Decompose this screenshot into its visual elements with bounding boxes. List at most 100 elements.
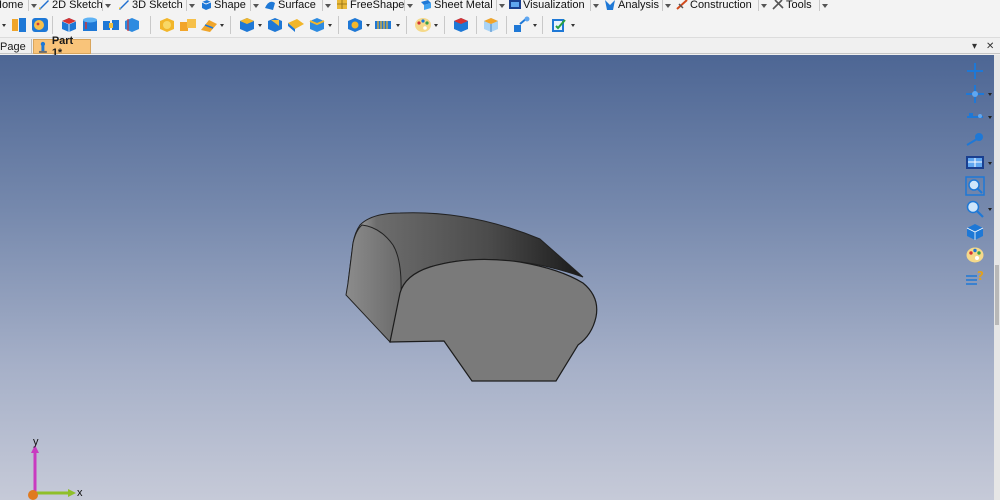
tab-sheet-metal[interactable]: Sheet Metal (420, 0, 493, 12)
part-front-face (389, 258, 598, 382)
tab-list-dropdown-icon[interactable]: ▾ (972, 41, 977, 52)
toolbar-separator (150, 16, 151, 34)
tab-3d-sketch-dropdown[interactable] (186, 0, 196, 11)
split-icon[interactable] (287, 16, 305, 34)
close-icon[interactable]: ✕ (986, 41, 994, 52)
toolbar-separator (542, 16, 543, 34)
y-axis-label: y (33, 436, 39, 448)
toolbar-separator (506, 16, 507, 34)
tab-construction[interactable]: Construction (676, 0, 752, 12)
box-icon[interactable] (60, 16, 78, 34)
boolean-dropdown[interactable] (366, 24, 370, 27)
tab-freeshape-dropdown[interactable] (404, 0, 414, 11)
shell-icon[interactable] (238, 16, 256, 34)
tab-visualization[interactable]: Visualization (509, 0, 585, 12)
chamfer-dropdown[interactable] (220, 24, 224, 27)
orbit-icon[interactable] (965, 130, 985, 150)
3d-viewport[interactable]: y x ? (0, 55, 1000, 500)
zoom-window-icon[interactable] (965, 176, 985, 196)
material-palette-icon[interactable] (414, 16, 432, 34)
tab-surface-dropdown[interactable] (322, 0, 332, 11)
x-axis-label: x (77, 487, 83, 499)
thicken-dropdown[interactable] (328, 24, 332, 27)
tab-analysis-dropdown[interactable] (662, 0, 672, 11)
align-view-icon[interactable] (965, 107, 985, 127)
surface-icon (265, 1, 275, 10)
tab-tools-dropdown[interactable] (819, 0, 829, 11)
material-dropdown[interactable] (434, 24, 438, 27)
boolean-icon[interactable] (346, 16, 364, 34)
shape-toolbar (0, 12, 1000, 38)
move-view-dropdown[interactable] (988, 93, 992, 96)
check-dropdown[interactable] (571, 24, 575, 27)
toolbar-separator (444, 16, 445, 34)
tab-construction-label: Construction (690, 0, 752, 11)
sketch2d-icon (39, 0, 49, 10)
revolve-icon[interactable] (123, 16, 141, 34)
tab-sheet-metal-dropdown[interactable] (496, 0, 506, 11)
tab-home-label: Home (0, 0, 24, 11)
tab-2d-sketch[interactable]: 2D Sketch (38, 0, 103, 12)
align-view-dropdown[interactable] (988, 116, 992, 119)
color-palette-icon[interactable] (31, 16, 49, 34)
tab-construction-dropdown[interactable] (758, 0, 768, 11)
shape-icon (201, 0, 212, 10)
tab-analysis[interactable]: Analysis (604, 0, 659, 12)
tab-tools[interactable]: Tools (772, 0, 812, 12)
axis-triad (28, 445, 76, 500)
view-cube-icon[interactable] (965, 222, 985, 242)
tab-home-dropdown[interactable] (28, 0, 38, 11)
crosshair-icon[interactable] (965, 61, 985, 81)
tab-tools-label: Tools (786, 0, 812, 11)
tab-surface[interactable]: Surface (264, 0, 316, 12)
toolbar-separator (230, 16, 231, 34)
cylinder-icon[interactable] (81, 16, 99, 34)
sketch3d-icon (119, 0, 129, 10)
visualization-icon (509, 0, 521, 9)
tab-home[interactable]: Home (0, 0, 23, 12)
check-icon[interactable] (550, 16, 568, 34)
tab-2d-sketch-dropdown[interactable] (102, 0, 112, 11)
vertical-scrollbar[interactable] (994, 55, 1000, 500)
construction-icon (676, 0, 688, 10)
draft-icon[interactable] (266, 16, 284, 34)
tab-visualization-dropdown[interactable] (590, 0, 600, 11)
properties-help-icon[interactable]: ? (965, 268, 985, 288)
chamfer-icon[interactable] (200, 16, 218, 34)
tab-start-page[interactable]: Page (0, 39, 32, 54)
tab-2d-sketch-label: 2D Sketch (52, 0, 103, 11)
render-palette-icon[interactable] (965, 245, 985, 265)
tab-surface-label: Surface (278, 0, 316, 11)
view-layout-icon[interactable] (965, 153, 985, 173)
thread-icon[interactable] (374, 16, 392, 34)
tab-visualization-label: Visualization (523, 0, 585, 11)
blend-icon[interactable] (179, 16, 197, 34)
tab-freeshape[interactable]: FreeShape (336, 0, 404, 12)
tab-3d-sketch[interactable]: 3D Sketch (118, 0, 183, 12)
thicken-icon[interactable] (308, 16, 326, 34)
zoom-icon[interactable] (965, 199, 985, 219)
view-layout-dropdown[interactable] (988, 162, 992, 165)
shell-dropdown[interactable] (258, 24, 262, 27)
toolbar-dropdown[interactable] (2, 24, 6, 27)
toolbar-separator (406, 16, 407, 34)
analysis-icon (605, 0, 615, 10)
tab-shape[interactable]: Shape (200, 0, 246, 12)
transform-dropdown[interactable] (533, 24, 537, 27)
tab-part-1[interactable]: Part 1* (33, 35, 91, 59)
thread-dropdown[interactable] (396, 24, 400, 27)
tab-3d-sketch-label: 3D Sketch (132, 0, 183, 11)
transform-icon[interactable] (512, 16, 530, 34)
pattern-icon[interactable] (10, 16, 28, 34)
part-model[interactable] (0, 55, 1000, 500)
transparent-box-icon[interactable] (482, 16, 500, 34)
tab-shape-dropdown[interactable] (250, 0, 260, 11)
tools-icon (772, 0, 784, 10)
extrude-icon[interactable] (102, 16, 120, 34)
svg-text:?: ? (977, 269, 984, 283)
feature-box-icon[interactable] (452, 16, 470, 34)
part-icon (38, 41, 47, 53)
sphere-icon[interactable] (158, 16, 176, 34)
move-view-icon[interactable] (965, 84, 985, 104)
zoom-dropdown[interactable] (988, 208, 992, 211)
